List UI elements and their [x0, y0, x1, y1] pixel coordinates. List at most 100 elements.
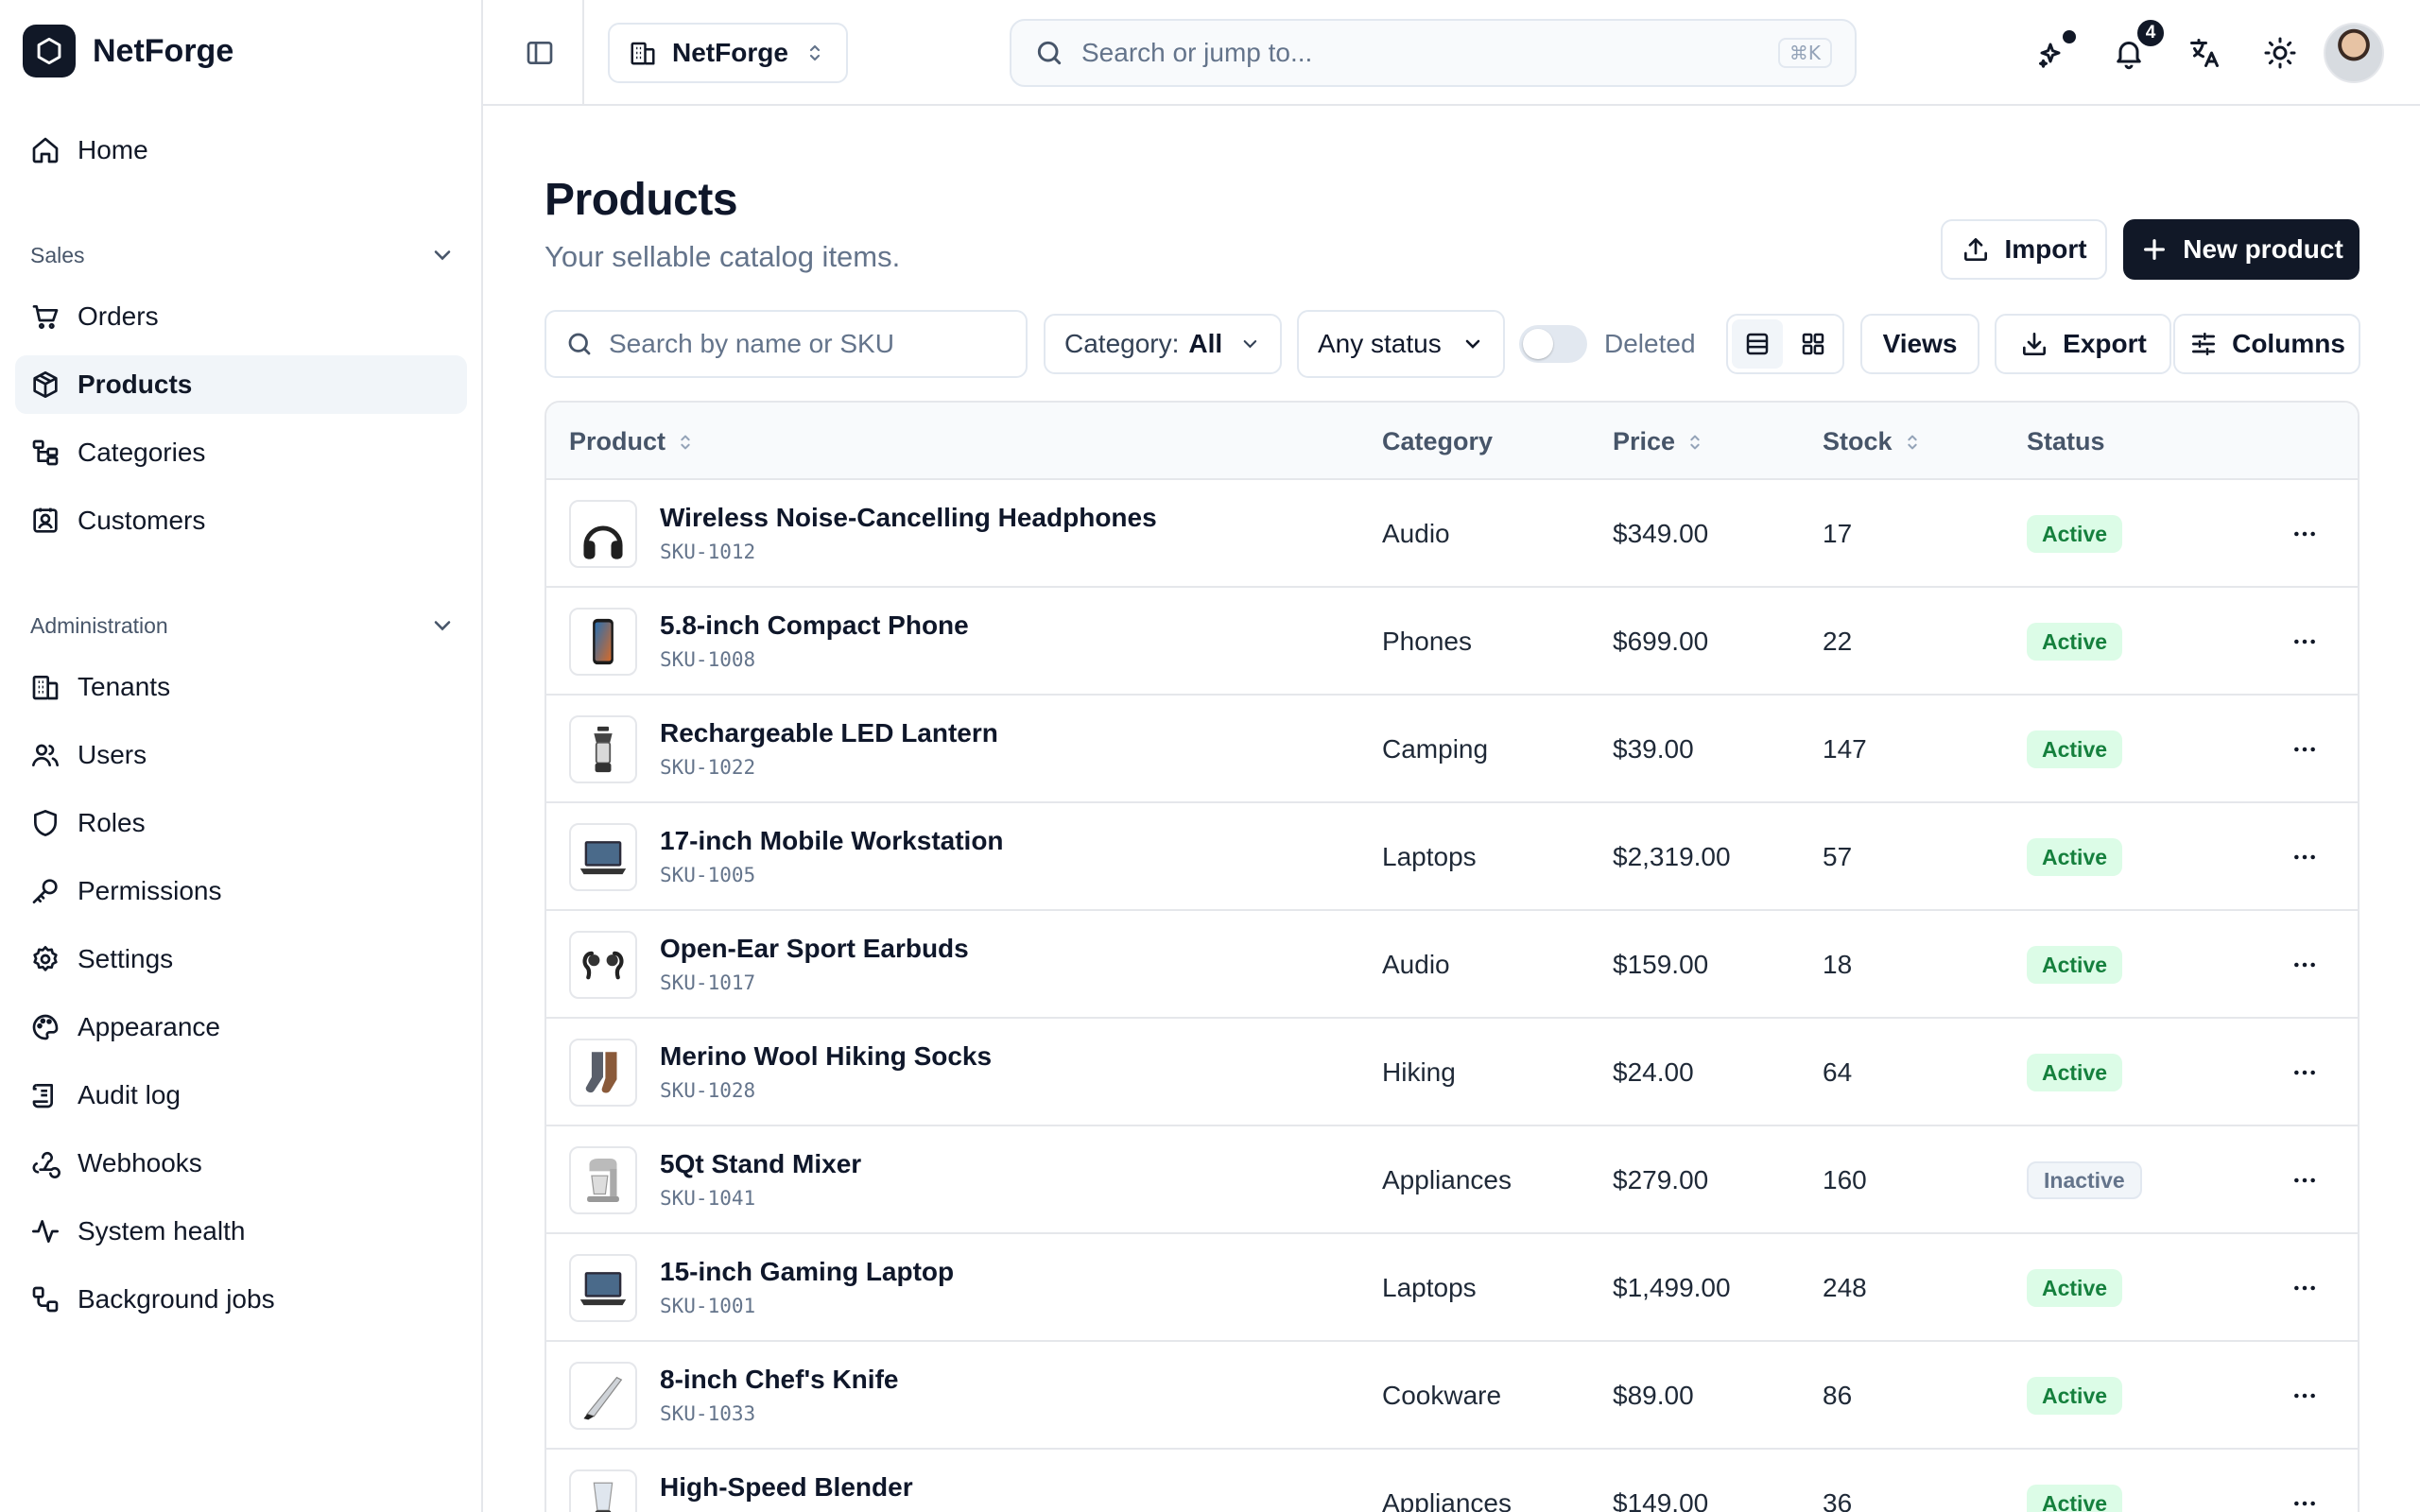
sidebar-item-categories[interactable]: Categories	[15, 423, 467, 482]
product-thumbnail	[569, 1362, 637, 1430]
row-actions-button[interactable]	[2286, 1488, 2324, 1512]
category-filter[interactable]: Category: All	[1044, 314, 1282, 374]
show-deleted-toggle[interactable]	[1519, 325, 1587, 363]
product-name[interactable]: Merino Wool Hiking Socks	[660, 1041, 992, 1072]
product-thumbnail	[569, 1469, 637, 1512]
table-row[interactable]: 15-inch Gaming Laptop SKU-1001 Laptops $1,4…	[546, 1234, 2358, 1342]
product-name[interactable]: 8-inch Chef's Knife	[660, 1365, 898, 1395]
export-button[interactable]: Export	[1995, 314, 2171, 374]
sidebar-item-system-health[interactable]: System health	[15, 1202, 467, 1261]
sidebar-item-customers[interactable]: Customers	[15, 491, 467, 550]
status-badge: Active	[2027, 1269, 2123, 1307]
section-sales[interactable]: Sales	[30, 242, 456, 268]
toggle-sidebar-button[interactable]	[521, 34, 559, 72]
table-row[interactable]: 17-inch Mobile Workstation SKU-1005 Laptop…	[546, 803, 2358, 911]
product-category: Cookware	[1382, 1381, 1502, 1410]
global-search-input[interactable]: Search or jump to... ⌘K	[1010, 19, 1857, 87]
grid-view-button[interactable]	[1789, 319, 1840, 369]
column-header-status: Status	[2027, 427, 2105, 456]
sidebar-item-settings[interactable]: Settings	[15, 930, 467, 988]
table-row[interactable]: Open-Ear Sport Earbuds SKU-1017 Audio $159.…	[546, 911, 2358, 1019]
import-label: Import	[2004, 234, 2087, 264]
table-row[interactable]: Rechargeable LED Lantern SKU-1022 Camping $…	[546, 696, 2358, 803]
brand[interactable]: NetForge	[23, 25, 233, 77]
chevron-down-icon	[434, 250, 451, 261]
contact-icon	[33, 507, 58, 533]
sidebar-item-webhooks[interactable]: Webhooks	[15, 1134, 467, 1193]
columns-button[interactable]: Columns	[2173, 314, 2360, 374]
table-row[interactable]: 8-inch Chef's Knife SKU-1033 Cookware $89.0…	[546, 1342, 2358, 1450]
column-header-product[interactable]: Product	[569, 427, 696, 456]
product-price: $1,499.00	[1613, 1273, 1731, 1302]
sidebar-item-home[interactable]: Home	[15, 121, 467, 180]
section-title: Administration	[30, 612, 168, 638]
building-icon	[631, 42, 655, 65]
table-row[interactable]: 5.8-inch Compact Phone SKU-1008 Phones $699…	[546, 588, 2358, 696]
new-product-button[interactable]: New product	[2123, 219, 2360, 280]
status-badge: Active	[2027, 1054, 2123, 1091]
product-sku: SKU-1001	[660, 1295, 756, 1317]
row-actions-button[interactable]	[2286, 734, 2324, 765]
sidebar-item-users[interactable]: Users	[15, 726, 467, 784]
views-button[interactable]: Views	[1860, 314, 1979, 374]
row-actions-button[interactable]	[2286, 842, 2324, 872]
sidebar-item-audit-log[interactable]: Audit log	[15, 1066, 467, 1125]
sidebar-item-roles[interactable]: Roles	[15, 794, 467, 852]
language-button[interactable]	[2182, 30, 2227, 76]
product-stock: 86	[1823, 1381, 1853, 1410]
sidebar-item-orders[interactable]: Orders	[15, 287, 467, 346]
product-name[interactable]: Open-Ear Sport Earbuds	[660, 934, 969, 964]
list-view-button[interactable]	[1732, 319, 1783, 369]
table-row[interactable]: High-Speed Blender Appliances $149.00 36 Act…	[546, 1450, 2358, 1512]
sun-icon	[2264, 37, 2296, 69]
sidebar-item-permissions[interactable]: Permissions	[15, 862, 467, 920]
theme-toggle-button[interactable]	[2257, 30, 2303, 76]
row-actions-button[interactable]	[2286, 627, 2324, 657]
section-administration[interactable]: Administration	[30, 612, 456, 639]
row-actions-button[interactable]	[2286, 950, 2324, 980]
product-name[interactable]: High-Speed Blender	[660, 1472, 913, 1503]
mixer-thumbnail-icon	[587, 1159, 619, 1202]
gear-icon	[33, 946, 58, 971]
product-name[interactable]: 5Qt Stand Mixer	[660, 1149, 861, 1179]
ai-sparkles-button[interactable]	[2031, 30, 2076, 76]
product-stock: 147	[1823, 734, 1867, 764]
product-name[interactable]: Wireless Noise-Cancelling Headphones	[660, 503, 1157, 533]
search-icon	[1037, 41, 1062, 65]
sidebar-item-products[interactable]: Products	[15, 355, 467, 414]
shield-icon	[34, 810, 57, 836]
notifications-button[interactable]: 4	[2106, 17, 2167, 76]
tenant-switcher[interactable]: NetForge	[608, 23, 848, 83]
product-search-input[interactable]: Search by name or SKU	[544, 310, 1028, 378]
row-actions-button[interactable]	[2286, 1057, 2324, 1088]
table-row[interactable]: 5Qt Stand Mixer SKU-1041 Appliances $279.00…	[546, 1126, 2358, 1234]
product-name[interactable]: 15-inch Gaming Laptop	[660, 1257, 954, 1287]
blender-thumbnail-icon	[593, 1482, 614, 1512]
table-row[interactable]: Merino Wool Hiking Socks SKU-1028 Hiking $2…	[546, 1019, 2358, 1126]
show-deleted-label: Deleted	[1604, 329, 1696, 358]
row-actions-button[interactable]	[2286, 519, 2324, 549]
indicator-dot	[2063, 30, 2076, 43]
row-actions-button[interactable]	[2286, 1381, 2324, 1411]
sidebar-item-background-jobs[interactable]: Background jobs	[15, 1270, 467, 1329]
row-actions-button[interactable]	[2286, 1165, 2324, 1195]
home-icon	[32, 137, 59, 163]
row-actions-button[interactable]	[2286, 1273, 2324, 1303]
headphones-thumbnail-icon	[583, 525, 623, 559]
views-label: Views	[1882, 329, 1958, 358]
product-name[interactable]: 5.8-inch Compact Phone	[660, 610, 969, 641]
sidebar-item-appearance[interactable]: Appearance	[15, 998, 467, 1057]
sidebar-item-tenants[interactable]: Tenants	[15, 658, 467, 716]
users-icon	[32, 744, 59, 766]
column-header-stock[interactable]: Stock	[1823, 427, 1923, 456]
column-header-price[interactable]: Price	[1613, 427, 1705, 456]
user-avatar[interactable]	[2324, 23, 2384, 83]
product-name[interactable]: 17-inch Mobile Workstation	[660, 826, 1004, 856]
table-row[interactable]: Wireless Noise-Cancelling Headphones SKU-…	[546, 480, 2358, 588]
status-filter-select[interactable]: Any status	[1297, 310, 1505, 378]
product-name[interactable]: Rechargeable LED Lantern	[660, 718, 998, 748]
more-horizontal-icon	[2294, 1070, 2315, 1075]
import-button[interactable]: Import	[1941, 219, 2107, 280]
status-badge: Active	[2027, 1485, 2123, 1512]
more-horizontal-icon	[2294, 531, 2315, 537]
